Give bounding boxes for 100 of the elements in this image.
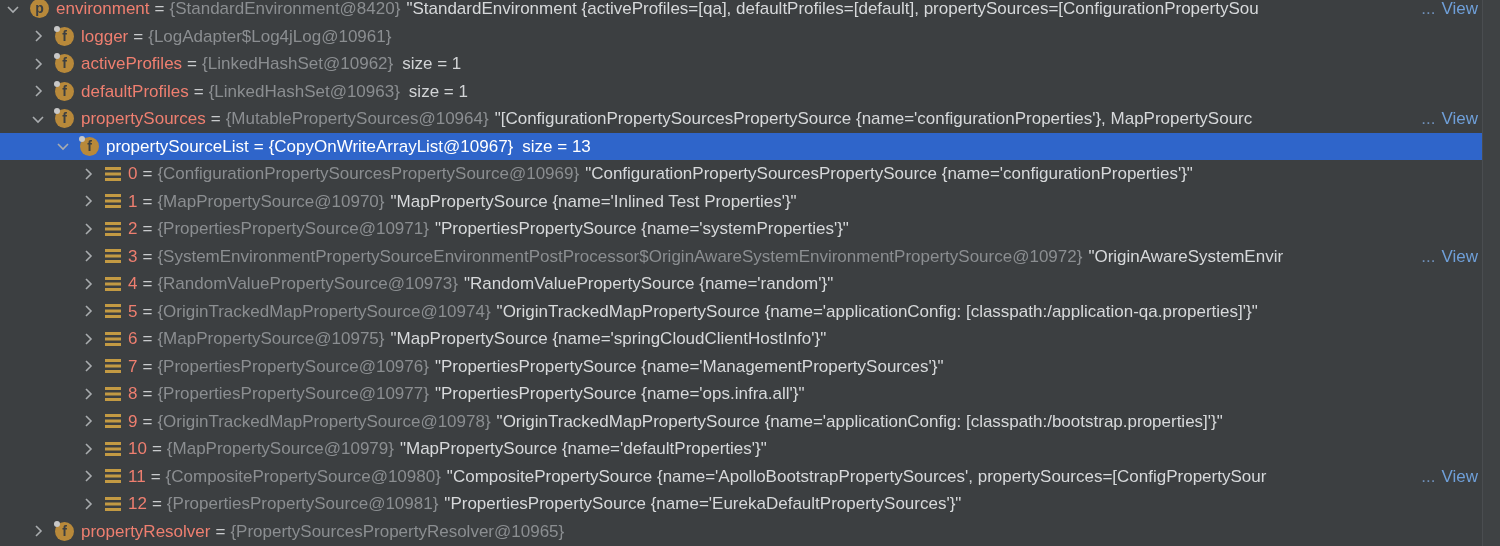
- tree-row[interactable]: 8 = {PropertiesPropertySource@10977} "PropertiesPropertySource {name='ops.infra.all'}": [0, 380, 1482, 408]
- equals-sign: =: [142, 383, 153, 405]
- tree-row[interactable]: f propertyResolver = {PropertySourcesPropertyResolver@10965}: [0, 517, 1482, 545]
- tree-row[interactable]: 0 = {ConfigurationPropertySourcesPropertySource@10969} "ConfigurationPropertySourcesPropertySource {name='configurationProperties'}": [0, 160, 1482, 188]
- equals-sign: =: [142, 328, 153, 350]
- size-label: size = 1: [408, 80, 468, 103]
- variable-name: 5: [128, 300, 138, 323]
- equals-sign: =: [142, 245, 153, 268]
- variable-value: "PropertiesPropertySource {name='EurekaDefaultPropertySources'}": [444, 493, 962, 515]
- field-badge-icon: f: [55, 109, 74, 129]
- tree-row[interactable]: 7 = {PropertiesPropertySource@10976} "PropertiesPropertySource {name='ManagementPropertySources'}": [0, 352, 1482, 380]
- size-label: size = 1: [402, 53, 462, 75]
- list-item-icon: [105, 249, 121, 264]
- variable-name: propertyResolver: [81, 520, 211, 543]
- tree-row[interactable]: f logger = {LogAdapter$Log4jLog@10961}: [0, 22, 1482, 50]
- list-item-icon: [105, 496, 121, 511]
- tree-row[interactable]: 11 = {CompositePropertySource@10980} "CompositePropertySource {name='ApolloBootstrapPropertySources', propertySources=[ConfigPropertySour ... View: [0, 462, 1482, 490]
- variable-name: environment: [56, 0, 150, 20]
- tree-row[interactable]: p environment = {StandardEnvironment@8420} "StandardEnvironment {activeProfiles=[qa], defaultProfiles=[default], propertySources=[ConfigurationPropertySou ... View: [0, 0, 1482, 23]
- tree-row[interactable]: 10 = {MapPropertySource@10979} "MapPropertySource {name='defaultProperties'}": [0, 435, 1482, 463]
- list-item-icon: [105, 414, 121, 429]
- variable-name: activeProfiles: [81, 53, 183, 75]
- list-item-icon: [105, 331, 121, 346]
- variable-type: {LinkedHashSet@10963}: [208, 80, 400, 103]
- equals-sign: =: [253, 135, 264, 158]
- variable-value: "OriginTrackedMapPropertySource {name='applicationConfig: [classpath:/bootstrap.properties]'}": [496, 410, 1223, 433]
- variable-type: {PropertiesPropertySource@10976}: [157, 355, 429, 378]
- field-badge-icon: f: [55, 81, 74, 101]
- field-badge-icon: f: [55, 521, 74, 541]
- tree-row[interactable]: f activeProfiles = {LinkedHashSet@10962} size = 1: [0, 50, 1482, 78]
- equals-sign: =: [142, 410, 153, 433]
- tree-row[interactable]: 2 = {PropertiesPropertySource@10971} "PropertiesPropertySource {name='systemProperties'}": [0, 215, 1482, 243]
- ellipsis: ...: [1421, 108, 1436, 130]
- variable-type: {SystemEnvironmentPropertySourceEnvironmentPostProcessor$OriginAwareSystemEnvironmentPropertySource@10972}: [157, 245, 1083, 268]
- variable-type: {PropertySourcesPropertyResolver@10965}: [230, 520, 565, 543]
- variable-type: {RandomValuePropertySource@10973}: [157, 273, 458, 295]
- list-item-icon: [105, 276, 121, 291]
- ellipsis: ...: [1421, 245, 1436, 268]
- variable-name: 2: [128, 218, 138, 240]
- variable-value: "ConfigurationPropertySourcesPropertySource {name='configurationProperties'}": [585, 163, 1193, 185]
- variable-type: {PropertiesPropertySource@10971}: [157, 218, 429, 240]
- view-link[interactable]: View: [1441, 463, 1478, 489]
- equals-sign: =: [210, 108, 221, 130]
- ellipsis: ...: [1421, 465, 1436, 488]
- variable-name: 6: [128, 328, 138, 350]
- tree-row[interactable]: 6 = {MapPropertySource@10975} "MapPropertySource {name='springCloudClientHostInfo'}": [0, 325, 1482, 353]
- equals-sign: =: [215, 520, 226, 543]
- tree-row[interactable]: f defaultProfiles = {LinkedHashSet@10963} size = 1: [0, 77, 1482, 105]
- selected-tree-row[interactable]: f propertySourceList = {CopyOnWriteArrayList@10967} size = 13: [0, 132, 1482, 160]
- equals-sign: =: [151, 438, 162, 460]
- tree-row[interactable]: f propertySources = {MutablePropertySources@10964} "[ConfigurationPropertySourcesPropertySource {name='configurationProperties'}, MapPropertySourc ... View: [0, 105, 1482, 133]
- variable-name: 0: [128, 163, 138, 185]
- variable-name: 1: [128, 190, 138, 213]
- tree-row[interactable]: 3 = {SystemEnvironmentPropertySourceEnvironmentPostProcessor$OriginAwareSystemEnvironmentPropertySource@10972} "OriginAwareSystemEnvir ... View: [0, 242, 1482, 270]
- variable-name: 7: [128, 355, 138, 378]
- equals-sign: =: [187, 53, 198, 75]
- equals-sign: =: [193, 80, 204, 103]
- variable-value: "MapPropertySource {name='springCloudClientHostInfo'}": [390, 328, 827, 350]
- variable-type: {ConfigurationPropertySourcesPropertySource@10969}: [157, 163, 580, 185]
- variable-name: propertySources: [81, 108, 206, 130]
- tree-row[interactable]: 4 = {RandomValuePropertySource@10973} "RandomValuePropertySource {name='random'}": [0, 270, 1482, 298]
- variable-value: "OriginAwareSystemEnvir: [1088, 245, 1284, 268]
- variable-name: 4: [128, 273, 138, 295]
- equals-sign: =: [151, 493, 162, 515]
- list-item-icon: [105, 304, 121, 319]
- variable-value: "OriginTrackedMapPropertySource {name='applicationConfig: [classpath:/application-qa.properties]'}": [496, 300, 1258, 323]
- view-link[interactable]: View: [1441, 243, 1478, 269]
- list-item-icon: [105, 221, 121, 236]
- equals-sign: =: [142, 218, 153, 240]
- variable-type: {CopyOnWriteArrayList@10967}: [268, 135, 514, 158]
- list-item-icon: [105, 359, 121, 374]
- equals-sign: =: [142, 300, 153, 323]
- variable-type: {StandardEnvironment@8420}: [169, 0, 401, 20]
- variable-value: "MapPropertySource {name='defaultProperties'}": [399, 438, 767, 460]
- variable-type: {MapPropertySource@10975}: [157, 328, 385, 350]
- variable-value: "PropertiesPropertySource {name='ops.infra.all'}": [434, 383, 805, 405]
- view-link[interactable]: View: [1441, 0, 1478, 22]
- tree-row[interactable]: 1 = {MapPropertySource@10970} "MapPropertySource {name='Inlined Test Properties'}": [0, 187, 1482, 215]
- list-item-icon: [105, 166, 121, 181]
- variable-value: "PropertiesPropertySource {name='ManagementPropertySources'}": [434, 355, 944, 378]
- equals-sign: =: [142, 355, 153, 378]
- variable-type: {MapPropertySource@10979}: [166, 438, 394, 460]
- variable-name: 9: [128, 410, 138, 433]
- view-link[interactable]: View: [1441, 106, 1478, 132]
- variable-value: "PropertiesPropertySource {name='systemProperties'}": [434, 218, 849, 240]
- tree-row[interactable]: 5 = {OriginTrackedMapPropertySource@10974} "OriginTrackedMapPropertySource {name='applicationConfig: [classpath:/application-qa.properties]'}": [0, 297, 1482, 325]
- variable-name: defaultProfiles: [81, 80, 189, 103]
- equals-sign: =: [142, 163, 153, 185]
- size-label: size = 13: [522, 135, 591, 158]
- tree-row[interactable]: 12 = {PropertiesPropertySource@10981} "PropertiesPropertySource {name='EurekaDefaultPropertySources'}": [0, 490, 1482, 518]
- ellipsis: ...: [1421, 0, 1436, 20]
- variable-value: "RandomValuePropertySource {name='random'}": [463, 273, 834, 295]
- variable-name: 3: [128, 245, 138, 268]
- tree-row[interactable]: 9 = {OriginTrackedMapPropertySource@10978} "OriginTrackedMapPropertySource {name='applicationConfig: [classpath:/bootstrap.properties]'}": [0, 407, 1482, 435]
- field-badge-icon: f: [55, 26, 74, 46]
- variable-name: 10: [128, 438, 147, 460]
- field-badge-icon: f: [80, 136, 99, 156]
- equals-sign: =: [154, 0, 165, 20]
- variable-type: {MapPropertySource@10970}: [157, 190, 385, 213]
- list-item-icon: [105, 469, 121, 484]
